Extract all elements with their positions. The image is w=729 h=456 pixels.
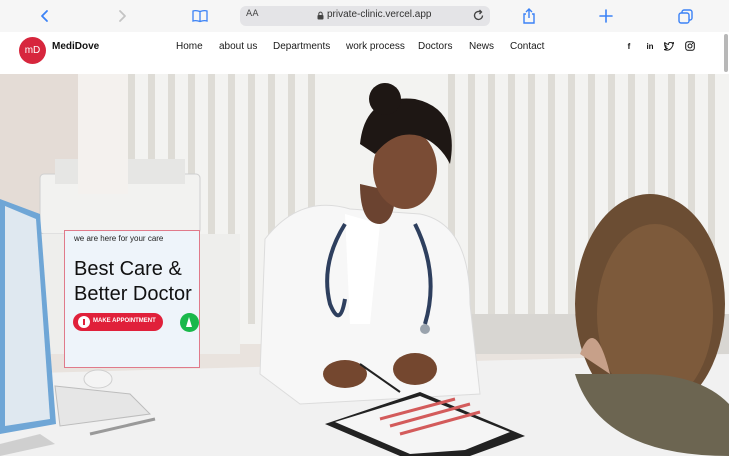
bookmarks-book-icon[interactable]	[190, 6, 210, 26]
hero-card: we are here for your care Best Care & Be…	[64, 230, 200, 368]
nav-contact[interactable]: Contact	[510, 41, 544, 52]
text-size-button[interactable]: AA	[246, 9, 259, 19]
linkedin-icon[interactable]: in	[644, 41, 656, 51]
nav-news[interactable]: News	[469, 41, 494, 52]
hero-heading-line-1: Best Care &	[74, 258, 182, 280]
make-appointment-label: MAKE APPOINTMENT	[93, 318, 156, 324]
forward-arrow-icon[interactable]	[112, 6, 132, 26]
tabs-overview-icon[interactable]	[675, 6, 695, 26]
facebook-icon[interactable]: f	[624, 41, 634, 51]
nav-work-process[interactable]: work process	[346, 41, 405, 52]
address-bar[interactable]: AA private-clinic.vercel.app	[240, 6, 490, 26]
info-icon	[78, 316, 90, 328]
url-text: private-clinic.vercel.app	[327, 9, 432, 20]
nav-doctors[interactable]: Doctors	[418, 41, 452, 52]
instagram-icon[interactable]	[685, 41, 695, 51]
browser-toolbar: AA private-clinic.vercel.app	[0, 0, 729, 32]
new-tab-plus-icon[interactable]	[596, 6, 616, 26]
nav-about-us[interactable]: about us	[219, 41, 257, 52]
nav-home[interactable]: Home	[176, 41, 203, 52]
reload-icon[interactable]	[472, 9, 485, 22]
nav-departments[interactable]: Departments	[273, 41, 330, 52]
make-appointment-button[interactable]: MAKE APPOINTMENT	[73, 313, 163, 331]
share-icon[interactable]	[519, 6, 539, 26]
green-arrow-up-icon[interactable]	[180, 313, 199, 332]
hero-tagline: we are here for your care	[74, 234, 164, 243]
back-arrow-icon[interactable]	[35, 6, 55, 26]
scrollbar-thumb[interactable]	[724, 34, 728, 72]
hero-heading: Best Care & Better Doctor	[74, 257, 192, 307]
twitter-icon[interactable]	[664, 41, 674, 51]
site-header: mD MediDove Home about us Departments wo…	[0, 32, 729, 74]
lock-icon	[317, 11, 324, 20]
main-nav: Home about us Departments work process D…	[0, 41, 560, 55]
hero-heading-line-2: Better Doctor	[74, 283, 192, 305]
